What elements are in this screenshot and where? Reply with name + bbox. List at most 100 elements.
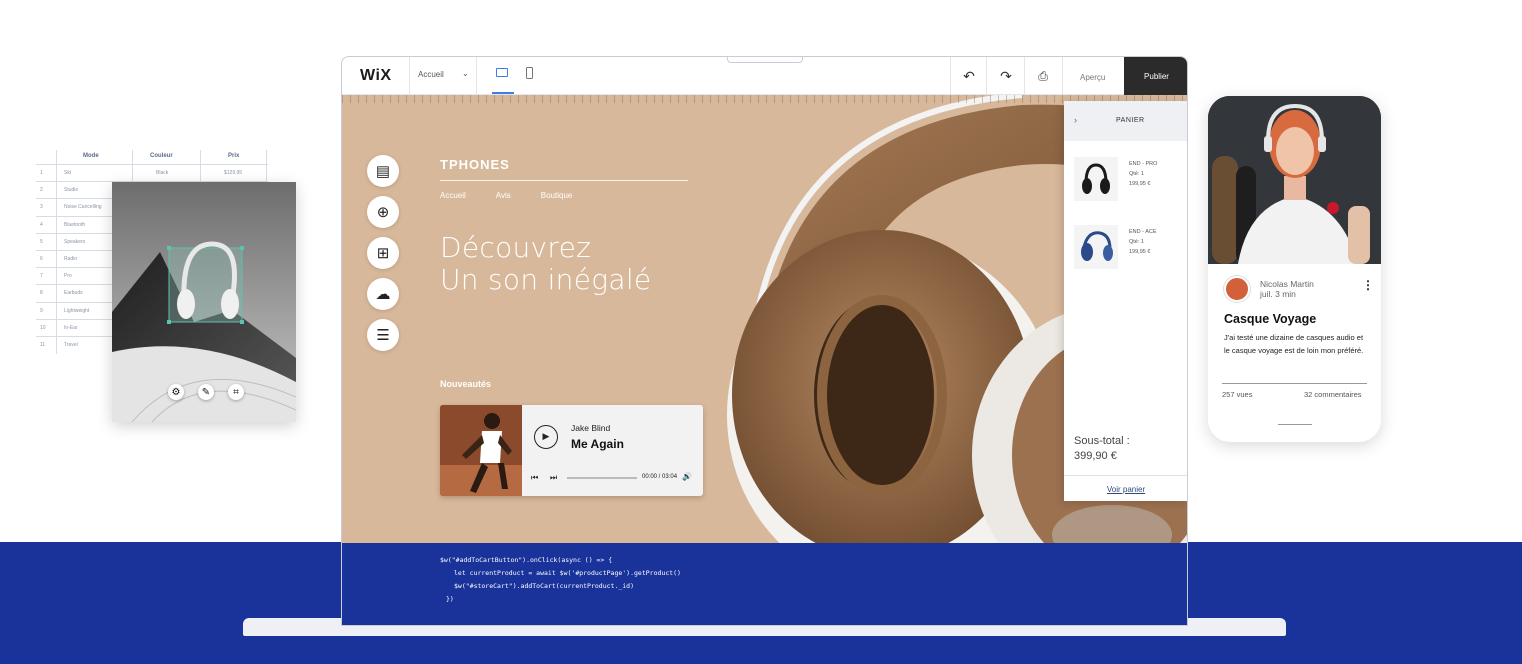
page: Mode Couleur Prix 1 Ski Black $129.95 2 Studi… [0,0,1522,664]
collapse-tab[interactable] [727,57,803,63]
table-header: Mode Couleur Prix [36,150,268,164]
view-cart-link[interactable]: Voir panier [1064,485,1187,494]
table-cell-mode: Lightweight [64,307,90,314]
pages-icon[interactable]: ▤ [367,155,399,187]
next-icon[interactable]: ⏭ [550,473,557,483]
table-cell-mode: Radio [64,255,78,262]
cart-title: PANIER [1116,117,1145,124]
table-cell-mode: Speakers [64,238,86,245]
table-cell-mode: Ski [64,170,71,176]
more-options-icon[interactable]: ⋮ [1362,278,1374,292]
table-cell-n: 5 [40,238,43,245]
table-cell-n: 11 [40,341,46,348]
hero-title-line2: Un son inégalé [440,263,652,296]
code-line: $w("#addToCartButton").onClick(async () … [440,556,613,564]
runner-image [440,405,522,496]
toolbar-divider [986,57,987,95]
toolbar-divider [476,57,477,95]
table-row: 1 Ski Black $129.95 [36,164,268,181]
mobile-view-icon[interactable] [526,67,533,79]
undo-icon[interactable]: ↶ [958,65,980,87]
song-title: Me Again [571,437,624,451]
cart-item[interactable]: END - PRO Qté: 1 199,95 € [1074,157,1184,201]
crop-icon[interactable]: ⌗ [228,384,244,400]
cart-panel: › PANIER END - PRO Qté: 1 199,95 € END -… [1064,101,1187,501]
avatar[interactable] [1224,276,1250,302]
views-count: 257 vues [1222,390,1253,399]
editor-topbar: WiX Accueil ⌄ ↶ ↷ ⎙ Aperçu Publier [342,57,1187,95]
table-cell-mode: In-Ear [64,324,78,331]
cart-item-price: 199,95 € [1129,249,1151,255]
table-cell-couleur: Black [156,170,169,176]
cart-divider [1064,475,1187,476]
table-cell-n: 9 [40,307,43,314]
headphone-blue-thumb [1074,225,1118,269]
nav-item-boutique[interactable]: Boutique [541,191,573,200]
wix-logo: WiX [360,67,392,84]
cart-item-qty: Qté: 1 [1129,171,1144,177]
nav-item-accueil[interactable]: Accueil [440,191,466,200]
preview-button[interactable]: Aperçu [1080,73,1105,82]
add-icon[interactable]: ⊕ [367,196,399,228]
desktop-view-icon[interactable] [496,68,508,77]
progress-bar[interactable] [567,477,637,479]
table-cell-mode: Travel [64,341,78,348]
column-header-couleur: Couleur [150,153,173,159]
news-label: Nouveautés [440,379,492,389]
home-indicator [1278,424,1312,425]
headphone-black-thumb [1074,157,1118,201]
chevron-down-icon[interactable]: ⌄ [462,69,469,78]
toolbar-divider [409,57,410,95]
post-divider [1222,383,1367,384]
save-icon[interactable]: ⎙ [1032,65,1054,87]
code-line: }) [446,595,454,603]
editor-side-tools: ▤ ⊕ ⊞ ☁ ☰ [367,155,399,351]
author-name[interactable]: Nicolas Martin [1260,279,1314,289]
table-cell-n: 6 [40,255,43,262]
subtotal-value: 399,90 € [1074,450,1117,462]
music-player: ▶ Jake Blind Me Again ⏮ ⏭ 00:00 / 03:04 … [440,405,703,496]
upload-cloud-icon[interactable]: ☁ [367,278,399,310]
volume-icon[interactable]: 🔊 [682,472,692,481]
table-cell-n: 7 [40,273,43,280]
redo-icon[interactable]: ↷ [995,65,1017,87]
chevron-right-icon[interactable]: › [1074,115,1077,125]
table-cell-n: 3 [40,204,43,211]
toolbar-divider [950,57,951,95]
comments-count[interactable]: 32 commentaires [1304,390,1362,399]
cart-item-qty: Qté: 1 [1129,239,1144,245]
previous-icon[interactable]: ⏮ [531,473,538,483]
hero-title-line1: Découvrez [440,231,592,264]
code-panel: $w("#addToCartButton").onClick(async () … [342,543,1187,625]
cart-item-name: END - PRO [1129,161,1158,167]
column-header-prix: Prix [228,153,240,159]
publish-button[interactable]: Publier [1124,57,1187,95]
table-cell-n: 8 [40,290,43,297]
image-editor-card: ⚙ ✎ ⌗ [112,182,296,422]
column-header-mode: Mode [83,153,99,159]
table-cell-prix: $129.95 [224,170,243,176]
nav-item-avis[interactable]: Avis [496,191,511,200]
table-cell-n: 2 [40,187,43,194]
code-line: $w("#storeCart").addToCart(currentProduc… [454,582,635,590]
cart-item[interactable]: END - ACE Qté: 1 199,95 € [1074,225,1184,269]
table-cell-n: 1 [40,170,43,176]
table-cell-n: 4 [40,221,43,228]
mobile-blog-card: Nicolas Martin juil. 3 min ⋮ Casque Voya… [1208,96,1381,442]
pen-icon[interactable]: ✎ [198,384,214,400]
image-toolbar: ⚙ ✎ ⌗ [168,384,244,400]
toolbar-divider [1024,57,1025,95]
site-nav: Accueil Avis Boutique [440,191,572,200]
post-title[interactable]: Casque Voyage [1224,312,1316,326]
play-button[interactable]: ▶ [534,425,558,449]
gear-icon[interactable]: ⚙ [168,384,184,400]
table-cell-mode: Noise Cancelling [64,204,102,211]
post-date: juil. 3 min [1260,289,1296,299]
code-line: let currentProduct = await $w('#productP… [454,569,681,577]
artist-name: Jake Blind [571,423,611,433]
page-select[interactable]: Accueil [418,70,444,79]
site-canvas: ▤ ⊕ ⊞ ☁ ☰ TPHONES Accueil Avis Boutique … [342,95,1187,543]
blogger-photo [1208,96,1381,264]
add-apps-icon[interactable]: ⊞ [367,237,399,269]
database-icon[interactable]: ☰ [367,319,399,351]
